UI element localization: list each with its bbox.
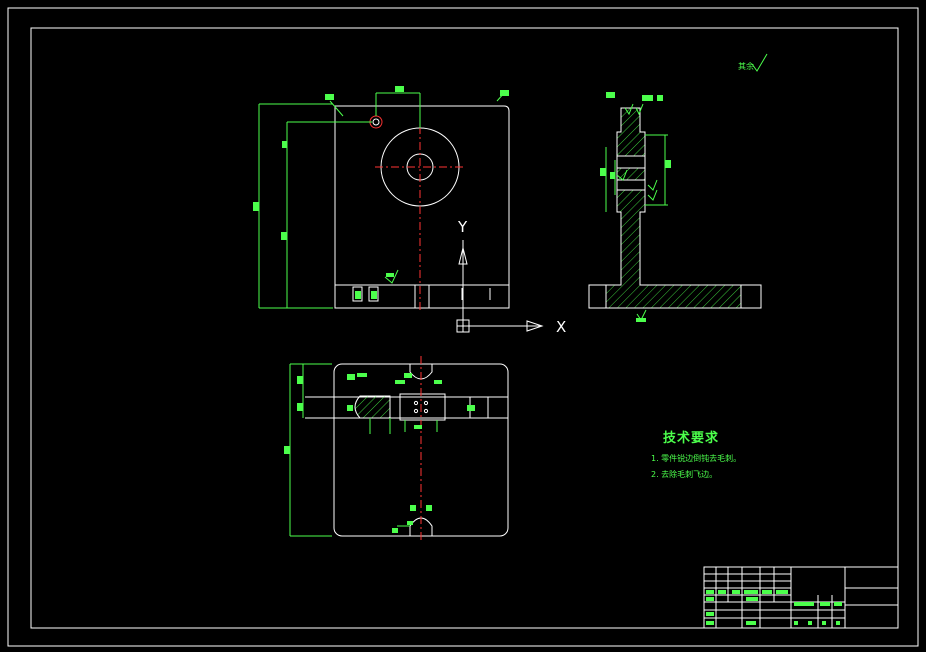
- roughness-note: 其余: [738, 62, 754, 71]
- ucs-x-label: X: [556, 318, 567, 336]
- cad-drawing: [7, 7, 919, 647]
- inner-border: [30, 27, 899, 629]
- top-view: [284, 356, 509, 543]
- side-view: [588, 92, 762, 322]
- technical-requirement-1: 1. 零件锐边倒钝去毛刺。: [651, 454, 742, 463]
- technical-requirement-2: 2. 去除毛刺飞边。: [651, 470, 718, 479]
- front-view: [253, 86, 510, 312]
- title-block: [703, 566, 899, 629]
- roughness-symbol: [751, 53, 768, 72]
- ucs-icon: [456, 240, 544, 333]
- ucs-y-label: Y: [458, 218, 468, 236]
- technical-requirements-title: 技术要求: [663, 431, 720, 446]
